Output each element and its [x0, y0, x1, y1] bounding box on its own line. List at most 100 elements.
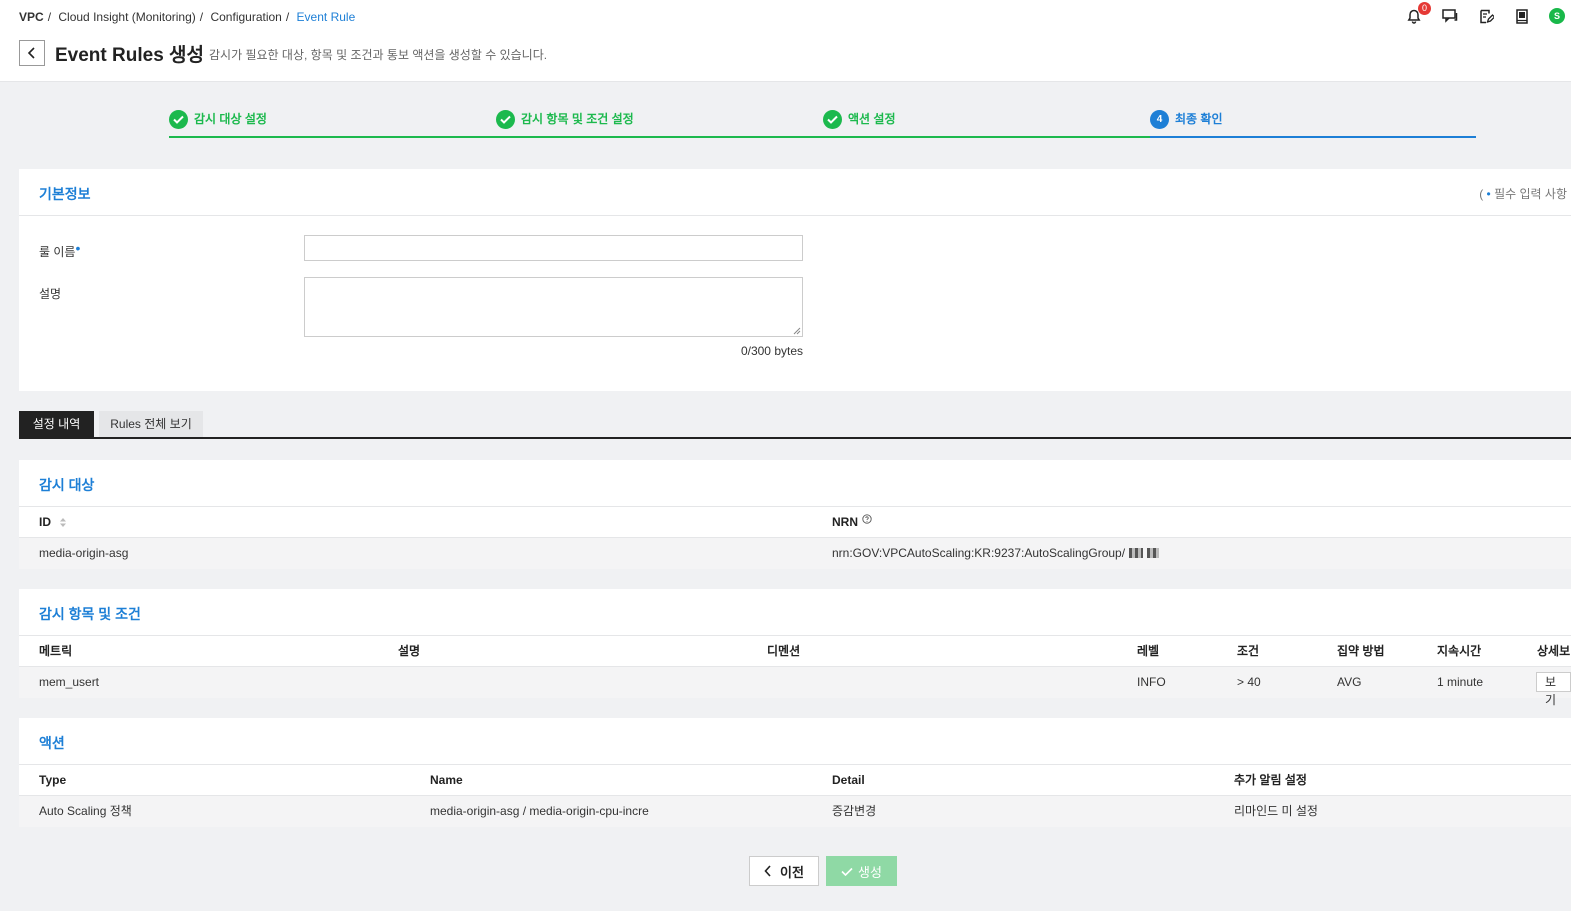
panel-header: 감시 대상	[19, 460, 1571, 507]
breadcrumb-separator: /	[47, 10, 52, 24]
description-label: 설명	[39, 287, 62, 301]
actions-panel: 액션 Type Name Detail 추가 알림 설정 Auto Scalin…	[19, 718, 1571, 827]
basic-info-panel: 기본정보 ( • 필수 입력 사항 룰 이름• 설명 0/300 bytes	[19, 169, 1571, 391]
column-detail: Detail	[832, 773, 865, 787]
step-label: 감시 대상 설정	[194, 112, 267, 126]
breadcrumb: VPC / Cloud Insight (Monitoring) / Configu…	[19, 10, 359, 24]
column-description: 설명	[398, 644, 421, 658]
column-id[interactable]: ID	[39, 507, 67, 538]
monitoring-target-panel: 감시 대상 ID NRN media-origin-asg nrn:GOV:VP…	[19, 460, 1571, 569]
table-row: media-origin-asg nrn:GOV:VPCAutoScaling:…	[19, 538, 1571, 569]
help-icon[interactable]	[862, 514, 872, 524]
page-description: 감시가 필요한 대상, 항목 및 조건과 통보 액션을 생성할 수 있습니다.	[209, 48, 548, 62]
panel-header: 감시 항목 및 조건	[19, 589, 1571, 636]
step-monitoring-items[interactable]: 감시 항목 및 조건 설정	[496, 110, 634, 140]
table-row: mem_usert INFO > 40 AVG 1 minute 보기	[19, 667, 1571, 707]
book-icon[interactable]	[1513, 7, 1531, 25]
row-extra-notification: 리마인드 미 설정	[1234, 804, 1318, 818]
monitoring-items-panel: 감시 항목 및 조건 메트릭 설명 디멘션 레벨 조건 집약 방법 지속시간 상…	[19, 589, 1571, 707]
basic-info-title: 기본정보	[39, 186, 91, 202]
step-final-confirm[interactable]: 4 최종 확인	[1150, 110, 1223, 140]
tab-all-rules[interactable]: Rules 전체 보기	[99, 411, 203, 437]
byte-counter: 0/300 bytes	[740, 344, 803, 358]
table-row: Auto Scaling 정책 media-origin-asg / media…	[19, 796, 1571, 827]
panel-header: 액션	[19, 718, 1571, 765]
column-dimension: 디멘션	[767, 644, 801, 658]
chevron-left-icon	[764, 865, 771, 877]
required-note-text: 필수 입력 사항	[1494, 187, 1567, 201]
bell-icon[interactable]: 0	[1405, 2, 1431, 25]
check-icon	[169, 110, 188, 129]
required-dot: •	[1486, 187, 1491, 201]
required-note: ( • 필수 입력 사항	[1479, 185, 1567, 202]
breadcrumb-separator: /	[199, 10, 204, 24]
panel-header: 기본정보 ( • 필수 입력 사항	[19, 169, 1571, 216]
redacted-mark	[1147, 548, 1160, 558]
breadcrumb-cloud-insight[interactable]: Cloud Insight (Monitoring)	[58, 10, 195, 24]
back-button[interactable]	[19, 40, 45, 66]
breadcrumb-configuration[interactable]: Configuration	[210, 10, 281, 24]
monitoring-items-title: 감시 항목 및 조건	[39, 606, 141, 622]
page-header: VPC / Cloud Insight (Monitoring) / Configu…	[0, 0, 1571, 82]
rule-name-label-text: 룰 이름	[39, 245, 76, 259]
step-label: 액션 설정	[848, 112, 896, 126]
column-condition: 조건	[1237, 644, 1260, 658]
required-note-paren: (	[1479, 187, 1484, 201]
create-button-label: 생성	[858, 864, 882, 880]
prev-button[interactable]: 이전	[749, 856, 819, 886]
row-duration: 1 minute	[1437, 675, 1484, 689]
rule-name-label: 룰 이름•	[39, 240, 81, 260]
description-textarea[interactable]	[304, 277, 803, 337]
row-id: media-origin-asg	[39, 546, 129, 560]
resize-handle-icon[interactable]	[793, 327, 801, 335]
table-header: ID NRN	[19, 507, 1571, 538]
chevron-left-icon	[27, 47, 35, 59]
row-nrn: nrn:GOV:VPCAutoScaling:KR:9237:AutoScali…	[832, 538, 1160, 569]
rule-name-input[interactable]	[304, 235, 803, 261]
create-button[interactable]: 생성	[826, 856, 897, 886]
table-header: Type Name Detail 추가 알림 설정	[19, 765, 1571, 796]
user-avatar[interactable]: S	[1549, 8, 1565, 24]
row-type: Auto Scaling 정책	[39, 804, 132, 818]
column-name: Name	[430, 773, 463, 787]
step-label: 최종 확인	[1175, 112, 1223, 126]
row-level: INFO	[1137, 675, 1166, 689]
step-monitoring-target[interactable]: 감시 대상 설정	[169, 110, 267, 140]
table-header: 메트릭 설명 디멘션 레벨 조건 집약 방법 지속시간 상세보	[19, 636, 1571, 667]
prev-button-label: 이전	[780, 864, 804, 880]
wizard-stepper: 감시 대상 설정 감시 항목 및 조건 설정 액션 설정 4 최종 확인	[169, 108, 1476, 140]
view-detail-button[interactable]: 보기	[1536, 672, 1571, 707]
header-toolbar: 0 S	[1405, 2, 1565, 25]
redacted-mark	[1129, 548, 1144, 558]
sort-icon[interactable]	[59, 517, 67, 528]
column-nrn-label: NRN	[832, 515, 858, 529]
row-nrn-text: nrn:GOV:VPCAutoScaling:KR:9237:AutoScali…	[832, 546, 1126, 560]
check-icon	[841, 867, 853, 876]
notification-count-badge: 0	[1418, 2, 1431, 15]
check-icon	[496, 110, 515, 129]
check-icon	[823, 110, 842, 129]
column-nrn: NRN	[832, 507, 872, 538]
row-name: media-origin-asg / media-origin-cpu-incr…	[430, 804, 649, 818]
column-aggregation: 집약 방법	[1337, 644, 1385, 658]
edit-note-icon[interactable]	[1477, 7, 1495, 25]
column-id-label: ID	[39, 515, 51, 529]
column-level: 레벨	[1137, 644, 1160, 658]
column-type: Type	[39, 773, 67, 787]
row-metric: mem_usert	[39, 675, 100, 689]
step-number: 4	[1150, 110, 1169, 129]
chat-icon[interactable]	[1441, 7, 1459, 25]
monitoring-target-title: 감시 대상	[39, 477, 95, 493]
row-aggregation: AVG	[1337, 675, 1362, 689]
column-detail: 상세보	[1537, 644, 1571, 658]
tab-bar: 설정 내역 Rules 전체 보기	[19, 411, 1571, 439]
breadcrumb-vpc[interactable]: VPC	[19, 10, 44, 24]
required-marker: •	[75, 240, 81, 256]
row-condition: > 40	[1237, 675, 1261, 689]
breadcrumb-separator: /	[285, 10, 290, 24]
step-action-settings[interactable]: 액션 설정	[823, 110, 896, 140]
column-extra-notification: 추가 알림 설정	[1234, 773, 1307, 787]
tab-settings-summary[interactable]: 설정 내역	[19, 411, 94, 437]
step-label: 감시 항목 및 조건 설정	[521, 112, 634, 126]
actions-title: 액션	[39, 735, 65, 751]
